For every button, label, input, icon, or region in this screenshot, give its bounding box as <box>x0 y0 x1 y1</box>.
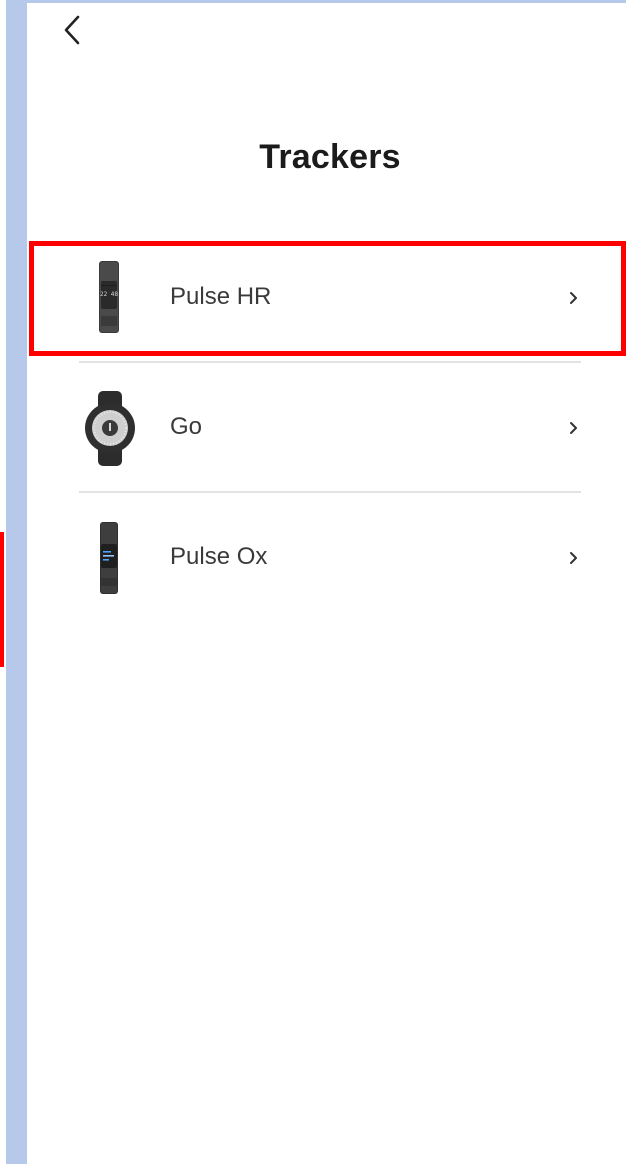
tracker-label: Pulse Ox <box>170 543 268 570</box>
chevron-left-icon <box>64 15 80 45</box>
tracker-label: Pulse HR <box>170 283 272 310</box>
chevron-right-icon <box>570 552 577 564</box>
side-red-marker <box>0 532 4 667</box>
back-button[interactable] <box>58 12 92 48</box>
page-title: Trackers <box>259 138 401 176</box>
tracker-item-go[interactable]: Go <box>27 363 626 493</box>
pulse-ox-band-image <box>100 522 118 594</box>
chevron-right-icon <box>570 292 577 304</box>
pulse-hr-display-text: 22 48 <box>100 291 118 298</box>
left-side-strip <box>0 0 27 1164</box>
go-tracker-image <box>85 391 135 466</box>
tracker-item-pulse-hr[interactable]: 22 48 Pulse HR <box>27 233 626 363</box>
tracker-label: Go <box>170 413 203 440</box>
chevron-right-icon <box>570 422 577 434</box>
tracker-item-pulse-ox[interactable]: Pulse Ox <box>27 493 626 623</box>
pulse-hr-band-image: 22 48 <box>99 261 119 333</box>
